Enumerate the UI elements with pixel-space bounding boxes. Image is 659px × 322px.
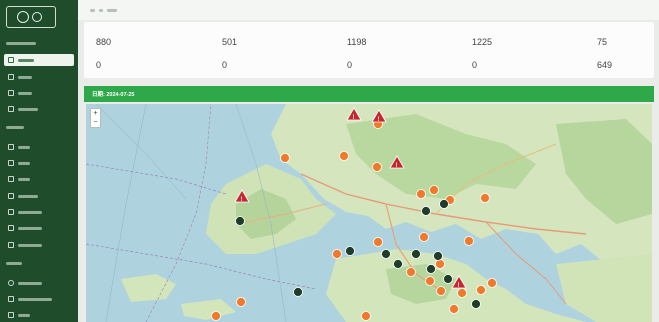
svg-text:!: !: [241, 197, 243, 203]
sidebar-item[interactable]: [4, 277, 74, 289]
map-canvas[interactable]: ! ! ! ! !: [86, 104, 652, 322]
home-icon[interactable]: [90, 9, 95, 12]
stat-value: 0: [96, 60, 102, 70]
grid-icon: [8, 160, 14, 166]
breadcrumb-item[interactable]: [107, 9, 117, 12]
stat-value: 0: [347, 60, 353, 70]
app-logo[interactable]: [6, 6, 56, 28]
stat-value: 501: [222, 37, 238, 47]
stats-card: 880 501 1198 1225 75 0 0 0 0 649: [84, 22, 654, 78]
stat-value: 0: [222, 60, 228, 70]
stat-value: 880: [96, 37, 112, 47]
banner-title: 日期: 2024-07-25: [92, 92, 135, 98]
stat-item: 0: [347, 53, 352, 70]
map-banner: 日期: 2024-07-25: [84, 86, 654, 102]
zoom-out-button[interactable]: −: [91, 118, 100, 127]
stat-item: 880: [96, 30, 111, 47]
logo-mark-icon: [32, 12, 42, 22]
grid-icon: [8, 57, 14, 63]
stat-item: 0: [96, 53, 101, 70]
stat-item: 75: [597, 30, 607, 47]
file-icon: [8, 193, 14, 199]
sidebar: [0, 0, 78, 322]
sidebar-item[interactable]: [4, 71, 74, 83]
sidebar-item[interactable]: [4, 141, 74, 153]
sidebar-item-dashboard[interactable]: [4, 54, 74, 66]
file-icon: [8, 225, 14, 231]
monitor-icon: [8, 74, 14, 80]
user-icon: [8, 312, 14, 318]
sidebar-item[interactable]: [4, 206, 74, 218]
sidebar-section-label: [6, 124, 50, 132]
message-icon: [8, 176, 14, 182]
stat-item: 0: [472, 53, 477, 70]
list-icon: [8, 90, 14, 96]
stat-value: 1225: [472, 37, 493, 47]
stat-item: 501: [222, 30, 237, 47]
svg-text:!: !: [458, 283, 460, 289]
top-bar: [78, 0, 659, 20]
zoom-in-button[interactable]: +: [91, 109, 100, 118]
svg-text:!: !: [353, 115, 355, 121]
file-icon: [8, 209, 14, 215]
stat-item: 1198: [347, 30, 366, 47]
sidebar-item[interactable]: [4, 173, 74, 185]
sidebar-item[interactable]: [4, 87, 74, 99]
stat-value: 0: [472, 60, 478, 70]
table-icon: [8, 242, 14, 248]
sidebar-item[interactable]: [4, 293, 74, 305]
sidebar-item[interactable]: [4, 222, 74, 234]
zoom-control: + −: [90, 108, 101, 128]
sidebar-item[interactable]: [4, 190, 74, 202]
stat-item: 1225: [472, 30, 492, 47]
stat-value: 75: [597, 37, 608, 47]
stat-item: 0: [222, 53, 227, 70]
sidebar-section-label: [6, 40, 50, 48]
location-icon: [8, 106, 14, 112]
breadcrumb: [90, 9, 129, 12]
map-view[interactable]: ! ! ! ! ! + −: [86, 104, 652, 322]
stat-value: 1198: [347, 37, 367, 47]
sidebar-item[interactable]: [4, 157, 74, 169]
chart-icon: [8, 144, 14, 150]
sidebar-item[interactable]: [4, 239, 74, 251]
stat-item: 649: [597, 53, 612, 70]
svg-text:!: !: [396, 163, 398, 169]
logo-mark-icon: [17, 11, 29, 23]
stat-value: 649: [597, 60, 613, 70]
clock-icon: [8, 280, 14, 286]
sidebar-section-label: [6, 260, 50, 268]
sidebar-item[interactable]: [4, 103, 74, 115]
svg-text:!: !: [378, 117, 380, 123]
sidebar-item[interactable]: [4, 309, 74, 321]
users-icon: [8, 296, 14, 302]
